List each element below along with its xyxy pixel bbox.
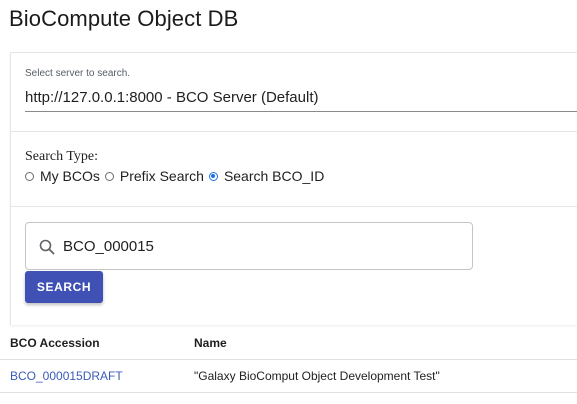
radio-search-bco-id[interactable] [208,171,218,181]
server-select[interactable]: http://127.0.0.1:8000 - BCO Server (Defa… [25,85,577,112]
search-input-value: BCO_000015 [63,238,154,255]
server-select-label: Select server to search. [25,68,131,79]
page-title: BioCompute Object DB [9,6,239,31]
radio-option-my-bcos[interactable]: My BCOs [25,168,100,184]
radio-my-bcos[interactable] [25,171,34,181]
search-card: BCO_000015 SEARCH [10,206,577,325]
column-header-name: Name [194,336,227,350]
bco-name-cell: "Galaxy BioComput Object Development Tes… [194,369,440,383]
search-type-radio-group: My BCOs Prefix Search Search BCO_ID [25,166,329,186]
search-button[interactable]: SEARCH [25,271,103,303]
table-row: BCO_000015DRAFT "Galaxy BioComput Object… [0,360,577,393]
search-type-card: Search Type: My BCOs Prefix Search Searc… [10,131,577,206]
server-select-value: http://127.0.0.1:8000 - BCO Server (Defa… [25,89,319,106]
radio-prefix-search[interactable] [104,171,114,181]
radio-label-search-bco-id: Search BCO_ID [223,168,325,184]
radio-option-prefix-search[interactable]: Prefix Search [104,168,204,184]
search-type-title: Search Type: [25,149,99,164]
column-header-accession: BCO Accession [10,336,100,350]
bco-accession-link[interactable]: BCO_000015DRAFT [10,369,123,383]
radio-option-search-bco-id[interactable]: Search BCO_ID [208,168,325,184]
table-header-row: BCO Accession Name [0,325,577,360]
search-icon [39,239,55,255]
server-select-card: Select server to search. http://127.0.0.… [10,52,577,131]
radio-label-prefix-search: Prefix Search [119,168,204,184]
radio-label-my-bcos: My BCOs [40,168,100,184]
search-input[interactable]: BCO_000015 [25,222,473,270]
